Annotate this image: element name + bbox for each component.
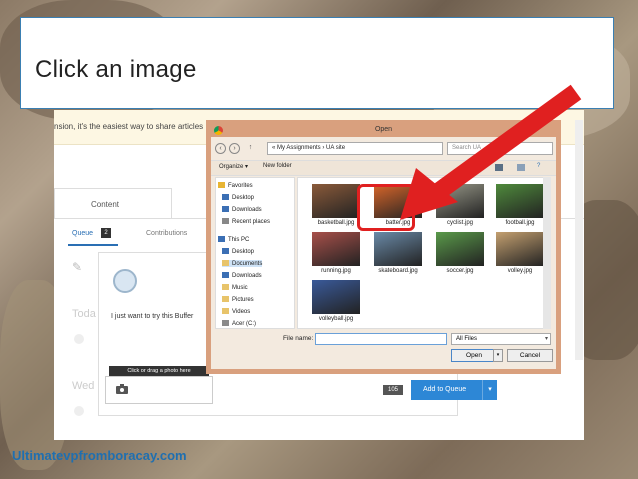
queue-count-badge: 2 (101, 228, 111, 238)
photo-hint-tooltip: Click or drag a photo here (109, 366, 209, 376)
tab-content-label: Content (91, 200, 120, 209)
composer-textarea[interactable]: I just want to try this Buffer (111, 313, 193, 320)
star-icon (218, 182, 225, 188)
file-name-label: running.jpg (321, 268, 351, 274)
forward-icon[interactable]: › (229, 143, 240, 154)
tree-item-label: Documents (232, 261, 263, 267)
camera-icon (116, 384, 128, 394)
pc-icon (218, 236, 225, 242)
new-folder-button[interactable]: New folder (263, 163, 292, 169)
tree-item[interactable]: Downloads (222, 206, 262, 213)
tree-item[interactable]: Desktop (222, 248, 254, 255)
subtab-queue[interactable]: Queue (72, 230, 93, 237)
tree-item[interactable]: Desktop (222, 194, 254, 201)
banner-text: nsion, it's the easiest way to share art… (54, 122, 204, 131)
file-thumbnail[interactable] (496, 232, 544, 266)
day-heading: Wed (72, 380, 95, 392)
file-name-label: volley.jpg (507, 268, 533, 274)
tree-item[interactable]: Videos (222, 308, 250, 315)
tree-item-label: Desktop (232, 249, 255, 255)
tree-item-label: Videos (232, 309, 251, 315)
footer-brand: Ultimatevpfromboracay.com (12, 448, 187, 463)
avatar (74, 334, 84, 344)
up-icon[interactable]: ↑ (245, 143, 256, 154)
tree-item[interactable]: Downloads (222, 272, 262, 279)
pointer-arrow-icon (400, 84, 582, 220)
tree-item[interactable]: Pictures (222, 296, 254, 303)
pictures-icon (222, 296, 229, 302)
tree-item-label: Recent places (232, 219, 271, 225)
tree-item[interactable]: This PC (218, 236, 249, 243)
desktop-icon (222, 194, 229, 200)
open-button[interactable]: Open (451, 349, 497, 362)
file-name-input[interactable] (315, 333, 447, 345)
tab-content[interactable]: Content (54, 188, 172, 218)
character-count: 105 (383, 385, 403, 395)
music-icon (222, 284, 229, 290)
file-name-label: soccer.jpg (446, 268, 474, 274)
drive-icon (222, 320, 229, 326)
tree-item-label: Music (232, 285, 248, 291)
tree-item-label: This PC (228, 237, 250, 243)
avatar (74, 406, 84, 416)
tree-item[interactable]: Recent places (222, 218, 270, 225)
videos-icon (222, 308, 229, 314)
avatar (113, 269, 137, 293)
file-thumbnail[interactable] (312, 232, 360, 266)
photo-dropzone[interactable] (105, 376, 213, 404)
tree-item-label: Downloads (232, 207, 262, 213)
tree-item[interactable]: Music (222, 284, 248, 291)
chevron-down-icon[interactable]: ▾ (493, 349, 503, 362)
file-name-label: volleyball.jpg (318, 316, 354, 322)
add-to-queue-button[interactable]: Add to Queue ▾ (411, 380, 497, 400)
callout-title: Click an image (35, 56, 197, 83)
downloads-icon (222, 206, 229, 212)
cancel-button[interactable]: Cancel (507, 349, 553, 362)
file-type-value: All Files (456, 336, 478, 342)
tree-item-label: Acer (C:) (232, 321, 256, 327)
tree-item[interactable]: Favorites (218, 182, 253, 189)
tree-item-label: Downloads (232, 273, 262, 279)
file-thumbnail[interactable] (436, 232, 484, 266)
navigation-pane: Favorites Desktop Downloads Recent places Th… (215, 177, 295, 329)
tree-item-label: Favorites (228, 183, 253, 189)
day-heading: Toda (72, 308, 96, 320)
file-thumbnail[interactable] (312, 184, 360, 218)
file-name-label: File name: (283, 335, 314, 342)
desktop-icon (222, 248, 229, 254)
back-icon[interactable]: ‹ (215, 143, 226, 154)
organize-menu[interactable]: Organize ▾ (219, 163, 248, 170)
add-to-queue-label: Add to Queue (423, 386, 467, 393)
chevron-down-icon: ▾ (544, 336, 548, 342)
downloads-icon (222, 272, 229, 278)
chevron-down-icon[interactable]: ▾ (482, 380, 497, 400)
recent-icon (222, 218, 229, 224)
file-type-select[interactable]: All Files ▾ (451, 333, 551, 345)
pencil-icon: ✎ (72, 260, 83, 274)
file-thumbnail[interactable] (312, 280, 360, 314)
file-name-label: skateboard.jpg (378, 268, 418, 274)
folder-icon (222, 260, 229, 266)
tree-item[interactable]: Documents (222, 260, 263, 267)
tree-item-label: Pictures (232, 297, 254, 303)
tree-item-label: Desktop (232, 195, 255, 201)
subtab-contributions[interactable]: Contributions (146, 230, 187, 237)
file-thumbnail[interactable] (374, 232, 422, 266)
queue-underline (68, 244, 118, 246)
tree-item[interactable]: Acer (C:) (222, 320, 256, 327)
